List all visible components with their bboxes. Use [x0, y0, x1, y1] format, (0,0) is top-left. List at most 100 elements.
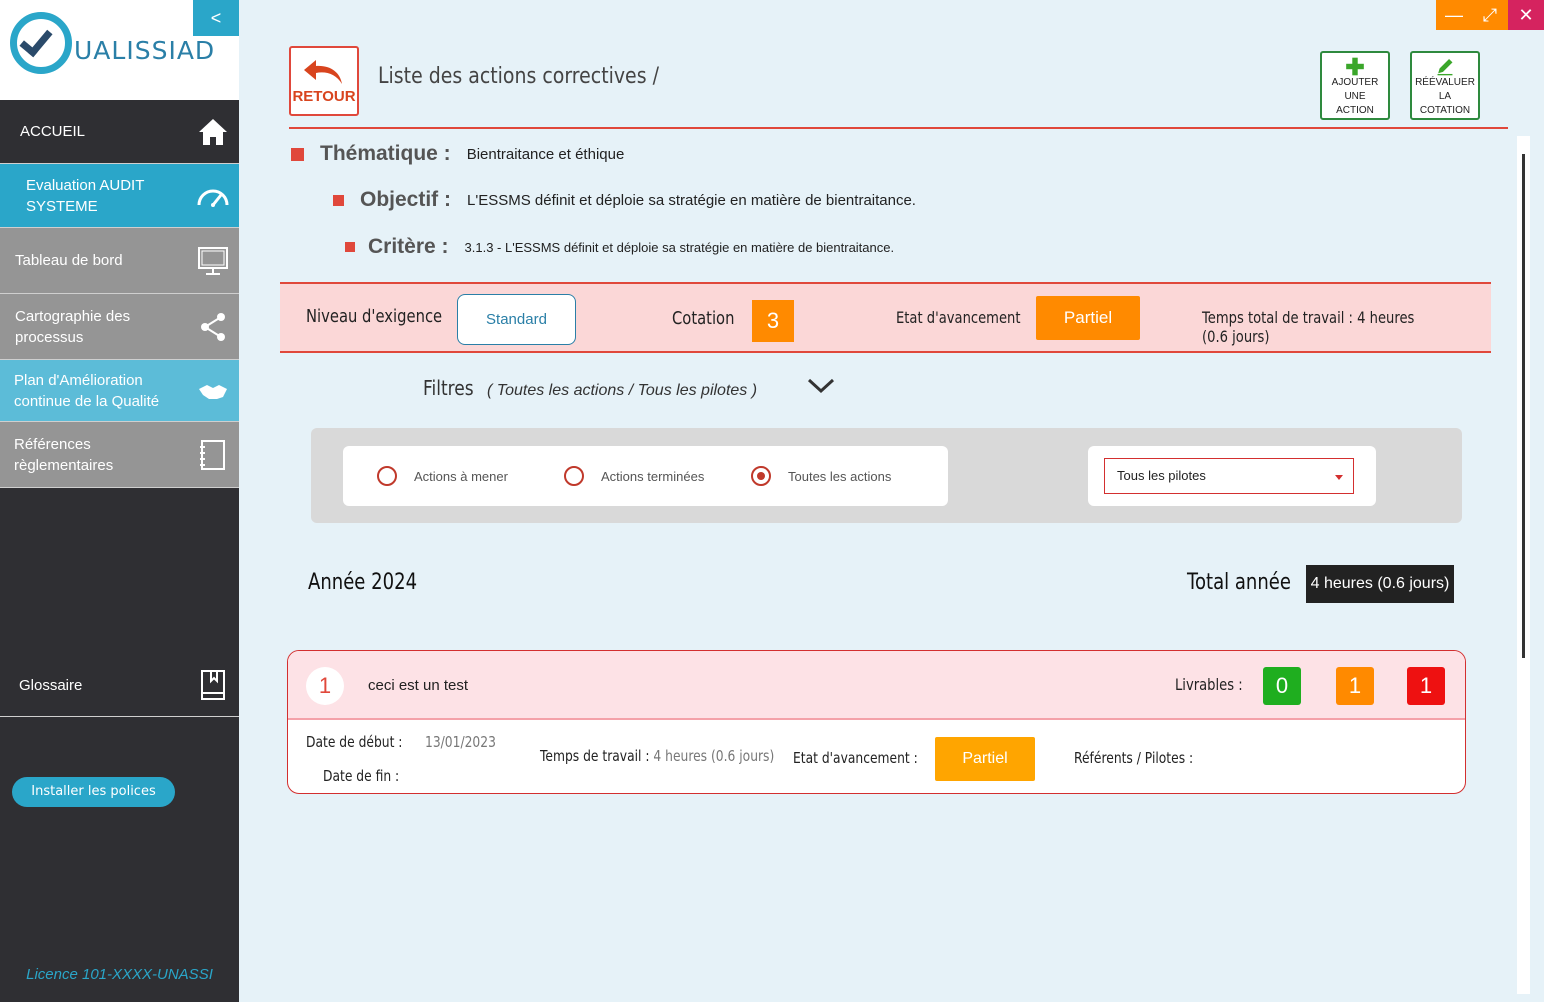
radio-actions-a-mener[interactable]: Actions à mener [377, 466, 508, 486]
install-fonts-button[interactable]: Installer les polices [12, 777, 175, 807]
niveau-label: Niveau d'exigence [306, 306, 443, 327]
date-debut-label: Date de début : [306, 733, 403, 751]
add-action-button[interactable]: AJOUTER UNE ACTION [1320, 51, 1390, 120]
action-number: 1 [306, 667, 344, 705]
reevaluate-label-2: COTATION [1419, 105, 1471, 116]
page-title: Liste des actions correctives / [378, 64, 659, 89]
objectif-value: L'ESSMS définit et déploie sa stratégie … [467, 191, 916, 209]
filter-panel: Actions à mener Actions terminées Toutes… [311, 428, 1462, 523]
pilot-select-value: Tous les pilotes [1117, 468, 1206, 483]
reevaluate-button[interactable]: RÉÉVALUER LA COTATION [1410, 51, 1480, 120]
collapse-sidebar-button[interactable]: < [193, 0, 239, 36]
back-arrow-icon [304, 59, 342, 84]
temps-travail-label: Temps de travail : [540, 747, 650, 765]
plus-icon [1346, 57, 1364, 76]
sidebar-item-label: Glossaire [19, 676, 83, 694]
dropdown-caret-icon [1335, 475, 1343, 480]
sidebar-item-label: Plan d'Amélioration continue de la Quali… [14, 371, 160, 410]
thematique-value: Bientraitance et éthique [466, 145, 625, 163]
sidebar-item-references[interactable]: Références règlementaires [0, 422, 239, 488]
sidebar-item-evaluation[interactable]: Evaluation AUDIT SYSTEME [0, 164, 239, 228]
notebook-icon [193, 439, 233, 471]
book-icon [193, 669, 233, 701]
scrollbar-thumb[interactable] [1522, 154, 1525, 658]
title-divider [289, 127, 1508, 129]
sidebar-item-label: Evaluation AUDIT SYSTEME [26, 176, 145, 215]
livrables-red-badge: 1 [1407, 667, 1445, 705]
radio-selected-icon[interactable] [751, 466, 771, 486]
handshake-icon [193, 379, 233, 403]
niveau-standard-button[interactable]: Standard [457, 294, 576, 345]
pencil-icon [1437, 59, 1453, 76]
sidebar-item-label: Références règlementaires [14, 435, 114, 474]
radio-label: Actions terminées [601, 468, 705, 484]
close-button[interactable]: ✕ [1508, 0, 1544, 30]
temps-total-label: Temps total de travail : 4 heures (0.6 j… [1202, 308, 1415, 346]
year-label: Année 2024 [308, 570, 418, 595]
livrables-green-badge: 0 [1263, 667, 1301, 705]
radio-circle-icon[interactable] [377, 466, 397, 486]
gauge-icon [193, 185, 233, 207]
referents-pilotes-label: Référents / Pilotes : [1074, 749, 1194, 767]
vertical-scrollbar[interactable] [1517, 136, 1530, 994]
minimize-button[interactable]: — [1436, 0, 1472, 30]
sidebar-item-glossaire[interactable]: Glossaire [0, 654, 239, 717]
chevron-down-icon[interactable] [806, 376, 836, 396]
cotation-label: Cotation [672, 308, 735, 329]
objectif-label: Objectif : [360, 188, 452, 211]
filters-header[interactable]: Filtres ( Toutes les actions / Tous les … [423, 376, 757, 400]
radio-label: Actions à mener [414, 468, 508, 484]
status-radio-group: Actions à mener Actions terminées Toutes… [343, 446, 948, 506]
exigence-banner: Niveau d'exigence Standard Cotation 3 Et… [280, 282, 1491, 353]
etat-label: Etat d'avancement [896, 308, 1021, 327]
livrables-orange-badge: 1 [1336, 667, 1374, 705]
logo-text: UALISSIAD [74, 36, 216, 65]
bullet-square-icon [291, 147, 304, 161]
maximize-button[interactable]: ⤢ [1472, 0, 1508, 30]
share-icon [193, 311, 233, 343]
thematique-label: Thématique : [320, 142, 451, 165]
radio-actions-terminees[interactable]: Actions terminées [564, 466, 704, 486]
sidebar-item-plan-amelioration[interactable]: Plan d'Amélioration continue de la Quali… [0, 360, 239, 422]
cotation-badge: 3 [752, 300, 794, 342]
thematique-row: Thématique : Bientraitance et éthique [291, 142, 624, 166]
action-card-header[interactable]: 1 ceci est un test Livrables : 0 1 1 [288, 651, 1465, 720]
sidebar-item-label: Cartographie des processus [15, 307, 131, 346]
filters-summary: ( Toutes les actions / Tous les pilotes … [487, 382, 758, 399]
logo-q-icon [10, 12, 72, 74]
temps-travail-value: 4 heures (0.6 jours) [653, 747, 775, 765]
objectif-row: Objectif : L'ESSMS définit et déploie sa… [333, 188, 916, 212]
sidebar-item-label: Tableau de bord [15, 252, 123, 269]
sidebar: UALISSIAD < ACCUEIL Evaluation AUDIT SYS… [0, 0, 239, 1002]
action-title: ceci est un test [368, 677, 469, 694]
radio-toutes-les-actions[interactable]: Toutes les actions [751, 466, 891, 486]
total-annee-label: Total année [1187, 570, 1291, 595]
date-fin-label: Date de fin : [323, 767, 400, 785]
bullet-square-icon [345, 242, 355, 252]
retour-label: RETOUR [292, 87, 356, 105]
date-debut-value: 13/01/2023 [425, 733, 496, 751]
etat-partiel-badge-action: Partiel [935, 737, 1035, 781]
pilot-select-card: Tous les pilotes [1088, 446, 1376, 506]
critere-label: Critère : [368, 235, 449, 258]
etat-avancement-label: Etat d'avancement : [793, 749, 918, 767]
action-card[interactable]: 1 ceci est un test Livrables : 0 1 1 Dat… [287, 650, 1466, 794]
critere-value: 3.1.3 - L'ESSMS définit et déploie sa st… [464, 239, 895, 255]
monitor-icon [193, 245, 233, 277]
total-annee-value: 4 heures (0.6 jours) [1306, 565, 1454, 603]
add-action-label-1: AJOUTER UNE [1331, 77, 1379, 102]
reevaluate-label-1: RÉÉVALUER LA [1415, 77, 1475, 102]
temps-travail: Temps de travail : 4 heures (0.6 jours) [540, 747, 774, 765]
retour-button[interactable]: RETOUR [289, 46, 359, 116]
livrables-label: Livrables : [1175, 675, 1243, 694]
sidebar-item-accueil[interactable]: ACCUEIL [0, 100, 239, 164]
bullet-square-icon [333, 194, 344, 206]
critere-row: Critère : 3.1.3 - L'ESSMS définit et dép… [345, 235, 894, 259]
add-action-label-2: ACTION [1336, 105, 1374, 116]
close-icon: ✕ [1518, 4, 1534, 25]
radio-circle-icon[interactable] [564, 466, 584, 486]
sidebar-item-cartographie[interactable]: Cartographie des processus [0, 294, 239, 360]
pilot-select[interactable]: Tous les pilotes [1104, 458, 1354, 494]
sidebar-item-tableau-de-bord[interactable]: Tableau de bord [0, 228, 239, 294]
etat-partiel-badge: Partiel [1036, 296, 1140, 340]
